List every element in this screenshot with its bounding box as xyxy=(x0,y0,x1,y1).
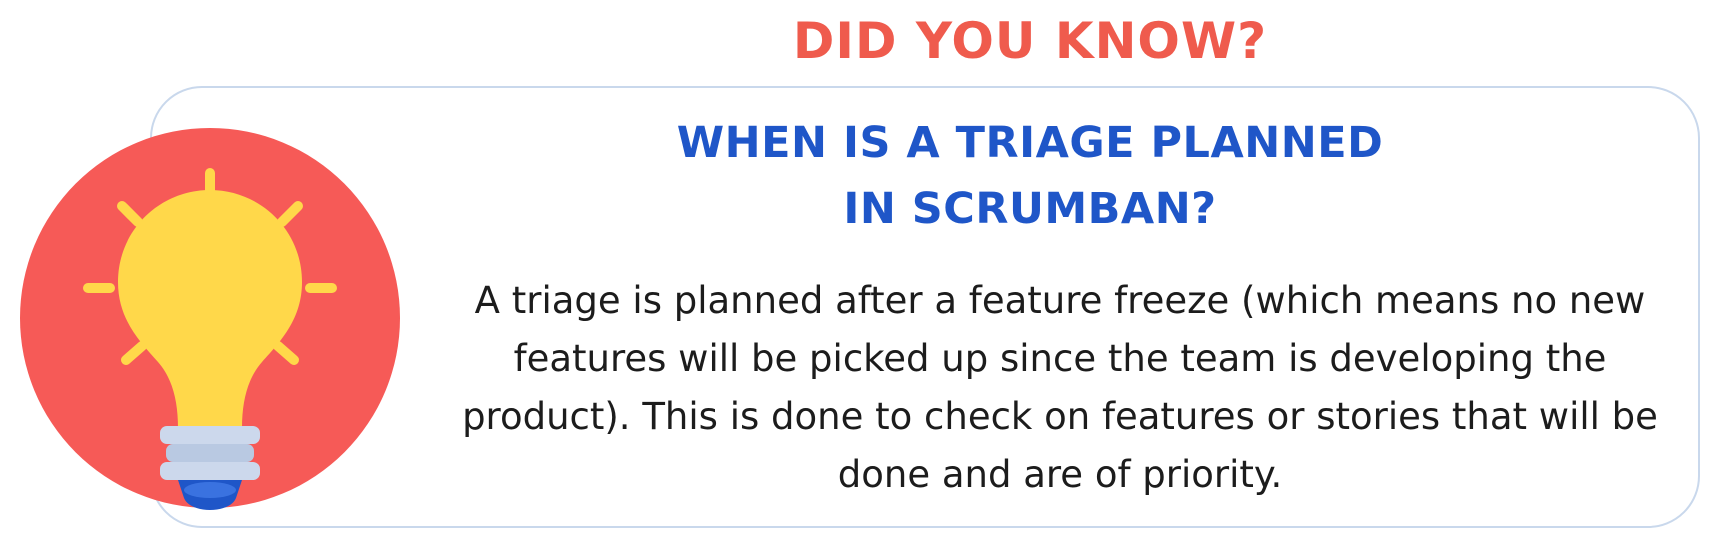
lightbulb-badge xyxy=(10,118,410,518)
question-heading-line-1: WHEN IS A TRIAGE PLANNED xyxy=(676,118,1384,168)
answer-text: A triage is planned after a feature free… xyxy=(462,279,1658,496)
bulb-base-ring-mid xyxy=(166,444,254,462)
bulb-base-ring-top xyxy=(160,426,260,444)
question-heading: WHEN IS A TRIAGE PLANNED IN SCRUMBAN? xyxy=(610,110,1450,242)
bulb-base-ring-bottom xyxy=(160,462,260,480)
question-heading-line-2: IN SCRUMBAN? xyxy=(843,184,1217,234)
lightbulb-icon xyxy=(20,128,400,510)
did-you-know-heading: DID YOU KNOW? xyxy=(792,12,1268,70)
